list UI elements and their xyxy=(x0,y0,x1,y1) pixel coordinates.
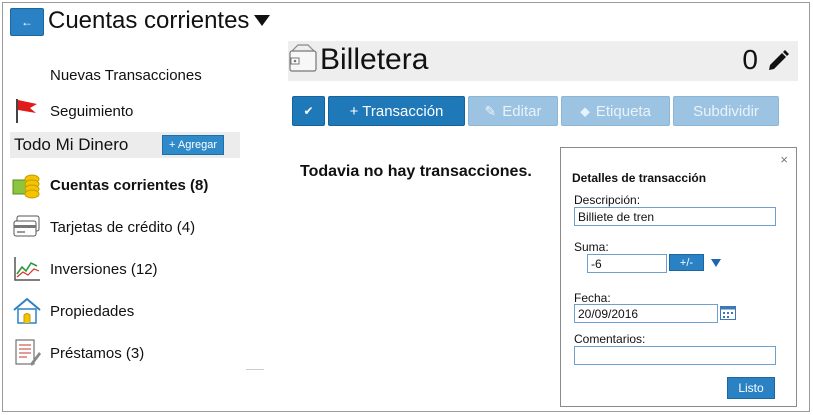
close-icon[interactable]: × xyxy=(780,152,788,167)
blank-icon xyxy=(12,60,42,90)
sidebar-item-checking[interactable]: Cuentas corrientes (8) xyxy=(12,170,208,200)
sidebar-item-tracking[interactable]: Seguimiento xyxy=(12,96,133,126)
account-balance: 0 xyxy=(742,44,758,75)
sidebar-item-label: Cuentas corrientes (8) xyxy=(50,176,209,194)
done-button[interactable]: Listo xyxy=(727,377,775,399)
tag-button[interactable]: ⬥ Etiqueta xyxy=(561,96,670,126)
sidebar-item-label: Inversiones (12) xyxy=(50,260,158,278)
red-flag-icon xyxy=(12,96,42,126)
edit-button[interactable]: ✎ Editar xyxy=(468,96,558,126)
amount-input[interactable] xyxy=(587,254,667,273)
tag-label: Etiqueta xyxy=(595,102,651,120)
sidebar-item-new-transactions[interactable]: Nuevas Transacciones xyxy=(12,60,202,90)
add-transaction-button[interactable]: + Transacción xyxy=(328,96,465,126)
description-label: Descripción: xyxy=(574,193,641,207)
sidebar-item-label: Nuevas Transacciones xyxy=(50,66,202,84)
account-type-dropdown-icon[interactable] xyxy=(254,15,270,26)
sidebar-item-label: Tarjetas de crédito (4) xyxy=(50,218,196,236)
chevron-down-icon[interactable] xyxy=(711,259,721,267)
sidebar-item-label: Préstamos (3) xyxy=(50,344,145,362)
pencil-icon: ✎ xyxy=(484,102,497,119)
tag-icon: ⬥ xyxy=(580,102,590,119)
sidebar-item-loans[interactable]: Préstamos (3) xyxy=(12,338,144,368)
panel-title: Detalles de transacción xyxy=(572,171,707,185)
group-title: Todo Mi Dinero xyxy=(14,135,129,154)
transaction-details-panel: × Detalles de transacción Descripción: S… xyxy=(560,147,797,407)
house-icon xyxy=(12,296,42,326)
split-button[interactable]: Subdividir xyxy=(673,96,779,126)
add-account-button[interactable]: + Agregar xyxy=(162,135,225,155)
sign-toggle-button[interactable]: +/- xyxy=(669,254,704,271)
sidebar-item-label: Propiedades xyxy=(50,302,135,320)
select-all-button[interactable]: ✔ xyxy=(292,96,325,126)
edit-label: Editar xyxy=(502,102,542,120)
empty-transactions-message: Todavia no hay transacciones. xyxy=(300,163,532,180)
account-header: Billetera 0 xyxy=(288,41,798,81)
account-name: Billetera xyxy=(320,43,429,76)
credit-card-icon xyxy=(12,212,42,242)
date-label: Fecha: xyxy=(574,291,611,305)
sidebar-item-investments[interactable]: Inversiones (12) xyxy=(12,254,158,284)
check-icon: ✔ xyxy=(303,104,314,118)
account-group-header: Todo Mi Dinero + Agregar xyxy=(10,132,240,158)
split-label: Subdividir xyxy=(693,102,759,120)
document-icon xyxy=(12,338,42,368)
divider xyxy=(246,369,264,370)
back-button[interactable]: ← xyxy=(10,8,44,36)
back-arrow-icon: ← xyxy=(21,15,33,29)
sidebar-item-properties[interactable]: Propiedades xyxy=(12,296,134,326)
description-input[interactable] xyxy=(574,207,776,226)
add-transaction-label: + Transacción xyxy=(349,102,444,120)
pencil-icon[interactable] xyxy=(766,49,790,73)
sidebar-item-label: Seguimiento xyxy=(50,102,134,120)
sidebar-item-credit-cards[interactable]: Tarjetas de crédito (4) xyxy=(12,212,195,242)
account-type-title[interactable]: Cuentas corrientes xyxy=(48,7,249,35)
amount-label: Suma: xyxy=(574,240,609,254)
comments-input[interactable] xyxy=(574,346,776,365)
comments-label: Comentarios: xyxy=(574,332,646,346)
coins-icon xyxy=(12,170,42,200)
wallet-icon xyxy=(288,43,318,75)
date-input[interactable] xyxy=(574,304,718,323)
chart-icon xyxy=(12,254,42,284)
calendar-icon[interactable] xyxy=(720,304,736,320)
